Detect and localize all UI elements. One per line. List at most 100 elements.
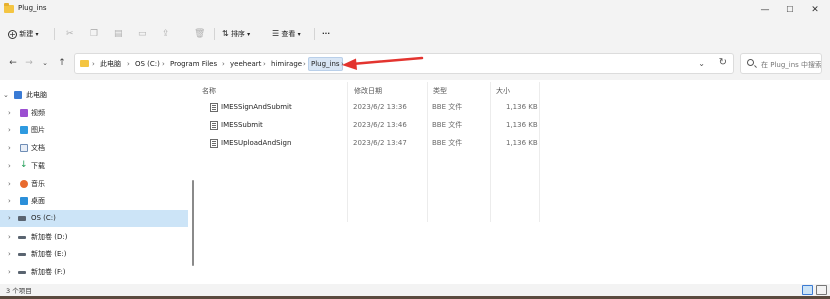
file-name: IMESSignAndSubmit bbox=[221, 103, 292, 111]
view-icon: ☰ bbox=[272, 29, 280, 38]
new-button[interactable]: + 新建 ▾ bbox=[8, 26, 38, 42]
table-row[interactable]: IMESSubmit 2023/6/2 13:46 BBE 文件 1,136 K… bbox=[196, 117, 538, 134]
sidebar-item-drive-d[interactable]: › 新加卷 (D:) bbox=[0, 229, 188, 246]
recent-chevron-icon[interactable]: ⌄ bbox=[38, 56, 52, 70]
file-size: 1,136 KB bbox=[506, 121, 538, 129]
video-icon bbox=[20, 109, 28, 117]
picture-icon bbox=[20, 126, 28, 134]
sidebar-item-label: 图片 bbox=[31, 126, 45, 134]
file-list: 名称 修改日期 类型 大小 IMESSignAndSubmit 2023/6/2… bbox=[196, 80, 830, 284]
chevron-down-icon: ▾ bbox=[35, 31, 39, 38]
sidebar-item-documents[interactable]: › 文档 bbox=[0, 140, 188, 157]
sidebar-item-this-pc[interactable]: ⌄ 此电脑 bbox=[0, 87, 188, 104]
column-header-modified[interactable]: 修改日期 bbox=[354, 86, 382, 96]
minimize-button[interactable]: — bbox=[754, 3, 776, 17]
divider bbox=[54, 28, 55, 40]
search-box[interactable] bbox=[740, 53, 822, 74]
refresh-icon[interactable]: ↻ bbox=[719, 57, 727, 68]
sidebar-item-label: 新加卷 (E:) bbox=[31, 250, 67, 258]
sidebar-item-videos[interactable]: › 视频 bbox=[0, 105, 188, 122]
sidebar-item-label: OS (C:) bbox=[31, 214, 56, 222]
address-bar[interactable]: › 此电脑 › OS (C:) › Program Files › yeehea… bbox=[74, 53, 734, 74]
file-icon bbox=[210, 121, 218, 130]
chevron-right-icon: › bbox=[8, 197, 11, 205]
file-size: 1,136 KB bbox=[506, 139, 538, 147]
download-icon: ↓ bbox=[20, 160, 28, 170]
up-arrow-icon[interactable]: ↑ bbox=[55, 56, 69, 70]
sidebar-item-drive-e[interactable]: › 新加卷 (E:) bbox=[0, 246, 188, 263]
paste-icon[interactable]: ▤ bbox=[114, 26, 123, 42]
chevron-down-icon[interactable]: ⌄ bbox=[698, 59, 705, 68]
chevron-right-icon: › bbox=[341, 60, 344, 68]
chevron-down-icon: ▾ bbox=[247, 31, 251, 38]
column-header-name[interactable]: 名称 bbox=[202, 86, 216, 96]
chevron-right-icon: › bbox=[263, 60, 266, 68]
folder-icon bbox=[4, 3, 14, 13]
sidebar-item-label: 此电脑 bbox=[26, 91, 47, 99]
chevron-down-icon: ⌄ bbox=[3, 91, 9, 99]
sidebar-item-label: 新加卷 (D:) bbox=[31, 233, 68, 241]
file-type: BBE 文件 bbox=[432, 121, 463, 129]
drive-icon bbox=[18, 236, 26, 239]
breadcrumb-plug-ins[interactable]: Plug_ins bbox=[308, 57, 343, 71]
chevron-right-icon: › bbox=[222, 60, 225, 68]
command-bar: + 新建 ▾ ✂ ❐ ▤ ▭ ⇪ 🗑 ⇅ 排序 ▾ ☰ 查看 ▾ ··· bbox=[0, 22, 830, 46]
title-bar: Plug_ins — ☐ ✕ bbox=[0, 0, 830, 22]
cut-icon[interactable]: ✂ bbox=[66, 26, 74, 42]
search-input[interactable] bbox=[761, 59, 821, 70]
window-title: Plug_ins bbox=[18, 4, 47, 12]
breadcrumb-os-c[interactable]: OS (C:) bbox=[135, 58, 160, 70]
sidebar-scrollbar[interactable] bbox=[192, 180, 194, 266]
chevron-right-icon: › bbox=[162, 60, 165, 68]
new-label: 新建 bbox=[19, 30, 34, 38]
back-arrow-icon[interactable]: ← bbox=[6, 56, 20, 70]
navigation-pane: ⌄ 此电脑 › 视频 › 图片 › 文档 › ↓ 下载 › 音乐 › 桌面 › … bbox=[0, 80, 190, 284]
breadcrumb-yeeheart[interactable]: yeeheart bbox=[230, 58, 261, 70]
delete-icon[interactable]: 🗑 bbox=[194, 26, 205, 42]
divider bbox=[214, 28, 215, 40]
file-type: BBE 文件 bbox=[432, 139, 463, 147]
chevron-right-icon: › bbox=[8, 214, 11, 222]
sidebar-item-os-c[interactable]: › OS (C:) bbox=[0, 210, 188, 227]
table-row[interactable]: IMESUploadAndSign 2023/6/2 13:47 BBE 文件 … bbox=[196, 135, 538, 152]
file-size: 1,136 KB bbox=[506, 103, 538, 111]
chevron-right-icon: › bbox=[8, 233, 11, 241]
sidebar-item-downloads[interactable]: › ↓ 下载 bbox=[0, 158, 188, 175]
maximize-button[interactable]: ☐ bbox=[779, 3, 801, 17]
details-view-icon[interactable] bbox=[802, 285, 813, 295]
view-button[interactable]: ☰ 查看 ▾ bbox=[272, 26, 301, 42]
share-icon[interactable]: ⇪ bbox=[162, 26, 170, 42]
sidebar-item-label: 桌面 bbox=[31, 197, 45, 205]
sidebar-item-pictures[interactable]: › 图片 bbox=[0, 122, 188, 139]
tiles-view-icon[interactable] bbox=[816, 285, 827, 295]
file-type: BBE 文件 bbox=[432, 103, 463, 111]
column-header-size[interactable]: 大小 bbox=[496, 86, 510, 96]
close-button[interactable]: ✕ bbox=[804, 3, 826, 17]
chevron-right-icon: › bbox=[127, 60, 130, 68]
desktop-icon bbox=[20, 197, 28, 205]
sort-button[interactable]: ⇅ 排序 ▾ bbox=[222, 26, 250, 42]
sidebar-item-label: 视频 bbox=[31, 109, 45, 117]
breadcrumb-himirage[interactable]: himirage bbox=[271, 58, 302, 70]
table-row[interactable]: IMESSignAndSubmit 2023/6/2 13:36 BBE 文件 … bbox=[196, 99, 538, 116]
file-explorer-window: Plug_ins — ☐ ✕ + 新建 ▾ ✂ ❐ ▤ ▭ ⇪ 🗑 ⇅ 排序 ▾… bbox=[0, 0, 830, 296]
file-name: IMESUploadAndSign bbox=[221, 139, 292, 147]
breadcrumb-program-files[interactable]: Program Files bbox=[170, 58, 217, 70]
more-button[interactable]: ··· bbox=[322, 26, 330, 42]
forward-arrow-icon[interactable]: → bbox=[22, 56, 36, 70]
sidebar-item-desktop[interactable]: › 桌面 bbox=[0, 193, 188, 210]
sidebar-item-drive-f[interactable]: › 新加卷 (F:) bbox=[0, 264, 188, 281]
search-icon bbox=[747, 59, 754, 66]
chevron-right-icon: › bbox=[8, 162, 11, 170]
divider bbox=[314, 28, 315, 40]
view-label: 查看 bbox=[281, 30, 296, 38]
breadcrumb-root[interactable]: 此电脑 bbox=[100, 58, 121, 70]
column-header-type[interactable]: 类型 bbox=[433, 86, 447, 96]
file-modified: 2023/6/2 13:36 bbox=[353, 103, 407, 111]
drive-icon bbox=[18, 271, 26, 274]
sidebar-item-music[interactable]: › 音乐 bbox=[0, 176, 188, 193]
copy-icon[interactable]: ❐ bbox=[90, 26, 98, 42]
folder-icon bbox=[80, 60, 89, 67]
rename-icon[interactable]: ▭ bbox=[138, 26, 147, 42]
file-name: IMESSubmit bbox=[221, 121, 263, 129]
